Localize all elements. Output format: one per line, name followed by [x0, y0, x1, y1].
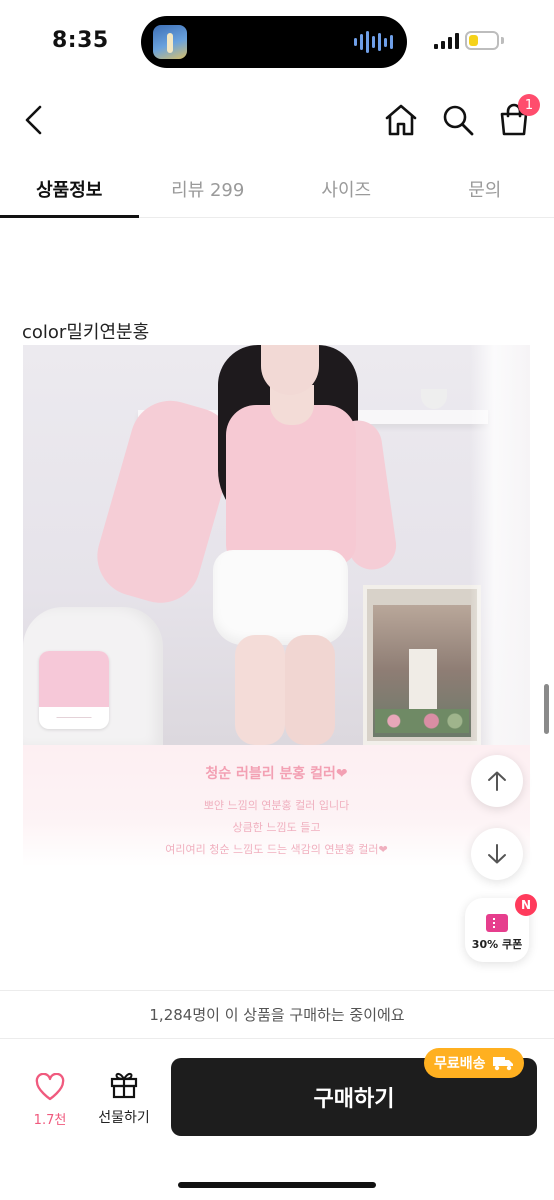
white-shirred-skirt: [213, 550, 348, 645]
arrow-up-icon: [488, 771, 506, 791]
scroll-down-button[interactable]: [471, 828, 523, 880]
model-right-leg: [285, 635, 335, 745]
shelf-bowl: [421, 389, 447, 409]
search-button[interactable]: [436, 98, 480, 142]
coupon-icon: [486, 914, 508, 932]
home-indicator[interactable]: [178, 1182, 376, 1188]
tab-inquiry[interactable]: 문의: [416, 160, 554, 217]
promo-line: 뽀얀 느낌의 연분홍 컬러 입니다: [203, 799, 350, 812]
promo-line: 상큼한 느낌도 들고: [232, 821, 321, 834]
promo-title: 청순 러블리 분홍 컬러❤: [205, 766, 348, 782]
gift-button[interactable]: 선물하기: [92, 1069, 156, 1127]
poster-door: [409, 649, 437, 709]
promo-line: 여리여리 청순 느낌도 드는 색감의 연분홍 컬러❤: [165, 843, 388, 856]
color-swatch-card: ―――――: [39, 651, 109, 729]
scrollbar[interactable]: [544, 684, 549, 734]
status-bar: 8:35: [0, 0, 554, 84]
free-shipping-label: 무료배송: [434, 1056, 486, 1072]
arrow-down-icon: [488, 844, 506, 864]
gift-label: 선물하기: [98, 1110, 150, 1126]
tab-size[interactable]: 사이즈: [277, 160, 416, 217]
home-button[interactable]: [379, 98, 423, 142]
heart-icon: [35, 1072, 65, 1101]
coupon-label: 30% 쿠폰: [471, 938, 523, 951]
tab-reviews[interactable]: 리뷰 299: [139, 160, 278, 217]
like-count: 1.7천: [33, 1113, 67, 1128]
dynamic-island[interactable]: [141, 16, 407, 68]
now-playing-artwork: [153, 25, 187, 59]
color-swatch: [39, 651, 109, 707]
cellular-signal-icon: [434, 33, 459, 49]
chevron-left-icon: [25, 105, 42, 135]
battery-icon: [465, 31, 499, 50]
coupon-button[interactable]: N 30% 쿠폰: [465, 894, 537, 962]
window-curtain: [470, 345, 530, 745]
swatch-label-mark: ―――――: [56, 713, 92, 721]
cart-count-badge: 1: [518, 94, 540, 116]
product-tabs: 상품정보 리뷰 299 사이즈 문의: [0, 160, 554, 218]
battery-tip: [501, 37, 504, 44]
truck-icon: [492, 1057, 513, 1071]
purchase-activity-notice: 1,284명이 이 상품을 구매하는 중이에요: [0, 990, 554, 1038]
tab-product-info[interactable]: 상품정보: [0, 160, 139, 218]
status-time: 8:35: [52, 28, 109, 53]
color-name-label: color밀키연분홍: [22, 322, 150, 343]
coupon-new-badge: N: [515, 894, 537, 916]
product-photo: ―――――: [23, 345, 530, 745]
pink-cardigan: [226, 405, 356, 565]
audio-waveform-icon: [354, 31, 393, 53]
home-icon: [385, 104, 417, 136]
poster-image: [373, 605, 471, 737]
like-button[interactable]: 1.7천: [24, 1072, 76, 1128]
poster-flowers: [375, 709, 469, 733]
bottom-action-bar: 1.7천 선물하기 구매하기 무료배송: [0, 1038, 554, 1158]
scroll-up-button[interactable]: [471, 755, 523, 807]
gift-icon: [110, 1072, 138, 1099]
search-icon: [443, 105, 474, 136]
cart-button[interactable]: 1: [492, 94, 540, 142]
top-nav-bar: 1: [0, 90, 554, 150]
free-shipping-badge: 무료배송: [424, 1048, 524, 1078]
back-button[interactable]: [12, 98, 56, 142]
promo-text-block: 청순 러블리 분홍 컬러❤ 뽀얀 느낌의 연분홍 컬러 입니다 상큼한 느낌도 …: [23, 745, 530, 867]
wall-poster: [363, 585, 481, 745]
battery-level: [469, 35, 478, 46]
model-left-leg: [235, 635, 285, 745]
